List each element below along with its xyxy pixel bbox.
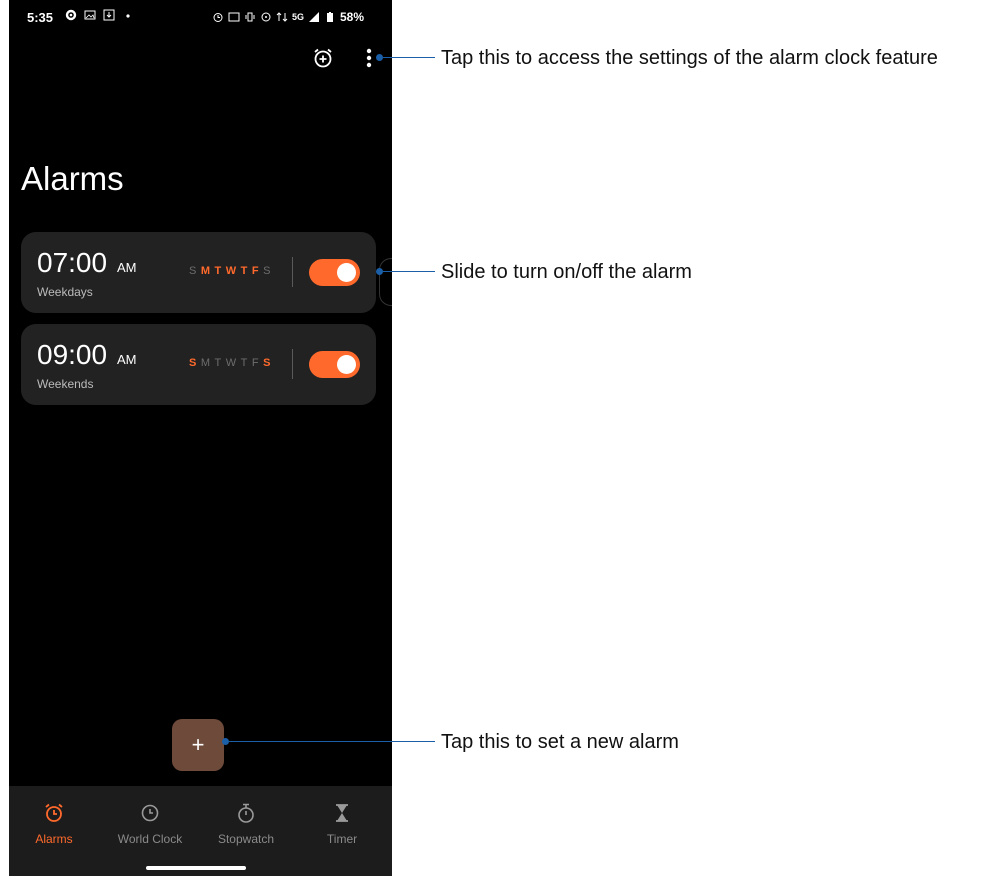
callout-new-alarm: Tap this to set a new alarm	[441, 731, 679, 753]
network-label: 5G	[291, 12, 304, 22]
add-alarm-button[interactable]: +	[172, 719, 224, 771]
alarm-days: S M T W T F S	[189, 357, 271, 369]
alarm-time: 07:00	[37, 247, 108, 278]
status-bar: 5:35 5G 58%	[9, 0, 392, 38]
gallery-icon	[84, 10, 96, 20]
day-sun: S	[189, 357, 197, 369]
tab-alarms[interactable]: Alarms	[9, 802, 99, 846]
tab-label: World Clock	[117, 832, 183, 846]
day-wed: W	[225, 265, 237, 277]
battery-icon	[326, 12, 333, 22]
alarm-ampm: AM	[117, 352, 137, 367]
tab-label: Stopwatch	[217, 832, 275, 846]
callout-toggle: Slide to turn on/off the alarm	[441, 261, 692, 283]
alarm-clock-icon	[45, 803, 63, 822]
phone-screen: 5:35 5G 58% Alarms 07:00 AM Weekdays S M…	[9, 0, 392, 876]
day-sat: S	[263, 357, 271, 369]
day-thu: T	[240, 265, 248, 277]
day-tue: T	[214, 357, 222, 369]
tab-timer[interactable]: Timer	[297, 802, 387, 846]
day-wed: W	[225, 357, 237, 369]
day-thu: T	[240, 357, 248, 369]
alarm-time: 09:00	[37, 339, 108, 370]
nfc-icon	[228, 12, 240, 22]
status-time: 5:35	[27, 10, 54, 25]
stopwatch-icon	[238, 803, 254, 823]
alarm-status-icon	[213, 13, 223, 22]
day-tue: T	[214, 265, 222, 277]
add-alarm-icon[interactable]	[309, 44, 337, 72]
callout-dot	[376, 54, 383, 61]
callout-dot	[222, 738, 229, 745]
alarm-label: Weekends	[37, 377, 94, 391]
battery-percent: 58%	[339, 10, 364, 24]
toggle-knob	[337, 355, 356, 374]
status-right-icons: 5G 58%	[212, 10, 364, 24]
clock-icon	[141, 804, 159, 822]
callout-dot	[376, 268, 383, 275]
vibrate-icon	[245, 12, 255, 22]
tab-world-clock[interactable]: World Clock	[105, 802, 195, 846]
callout-settings: Tap this to access the settings of the a…	[441, 47, 938, 69]
alarm-toggle[interactable]	[309, 351, 360, 378]
alarm-card[interactable]: 09:00 AM Weekends S M T W T F S	[21, 324, 376, 405]
status-left-icons	[65, 9, 134, 21]
tab-label: Timer	[326, 832, 358, 846]
hotspot-icon	[261, 12, 271, 22]
bottom-nav: Alarms World Clock Stopwatch Timer	[9, 786, 392, 876]
callout-line	[383, 57, 435, 58]
hourglass-icon	[336, 804, 348, 822]
callout-line	[229, 741, 435, 742]
card-divider	[292, 257, 293, 287]
signal-icon	[308, 12, 319, 22]
day-fri: F	[251, 357, 260, 369]
download-icon	[103, 9, 115, 21]
settings-gear-icon	[65, 9, 77, 21]
day-fri: F	[251, 265, 260, 277]
alarm-label: Weekdays	[37, 285, 93, 299]
dot-icon	[126, 14, 130, 18]
day-sun: S	[189, 265, 197, 277]
data-icon	[276, 12, 288, 22]
tab-stopwatch[interactable]: Stopwatch	[201, 802, 291, 846]
card-divider	[292, 349, 293, 379]
tab-label: Alarms	[35, 832, 73, 846]
alarm-toggle[interactable]	[309, 259, 360, 286]
day-mon: M	[200, 357, 211, 369]
page-title: Alarms	[21, 160, 124, 197]
alarm-ampm: AM	[117, 260, 137, 275]
alarm-card[interactable]: 07:00 AM Weekdays S M T W T F S	[21, 232, 376, 313]
card-swipe-edge	[379, 258, 392, 306]
day-mon: M	[200, 265, 211, 277]
alarm-days: S M T W T F S	[189, 265, 271, 277]
home-indicator[interactable]	[146, 866, 246, 870]
day-sat: S	[263, 265, 271, 277]
callout-line	[383, 271, 435, 272]
toggle-knob	[337, 263, 356, 282]
